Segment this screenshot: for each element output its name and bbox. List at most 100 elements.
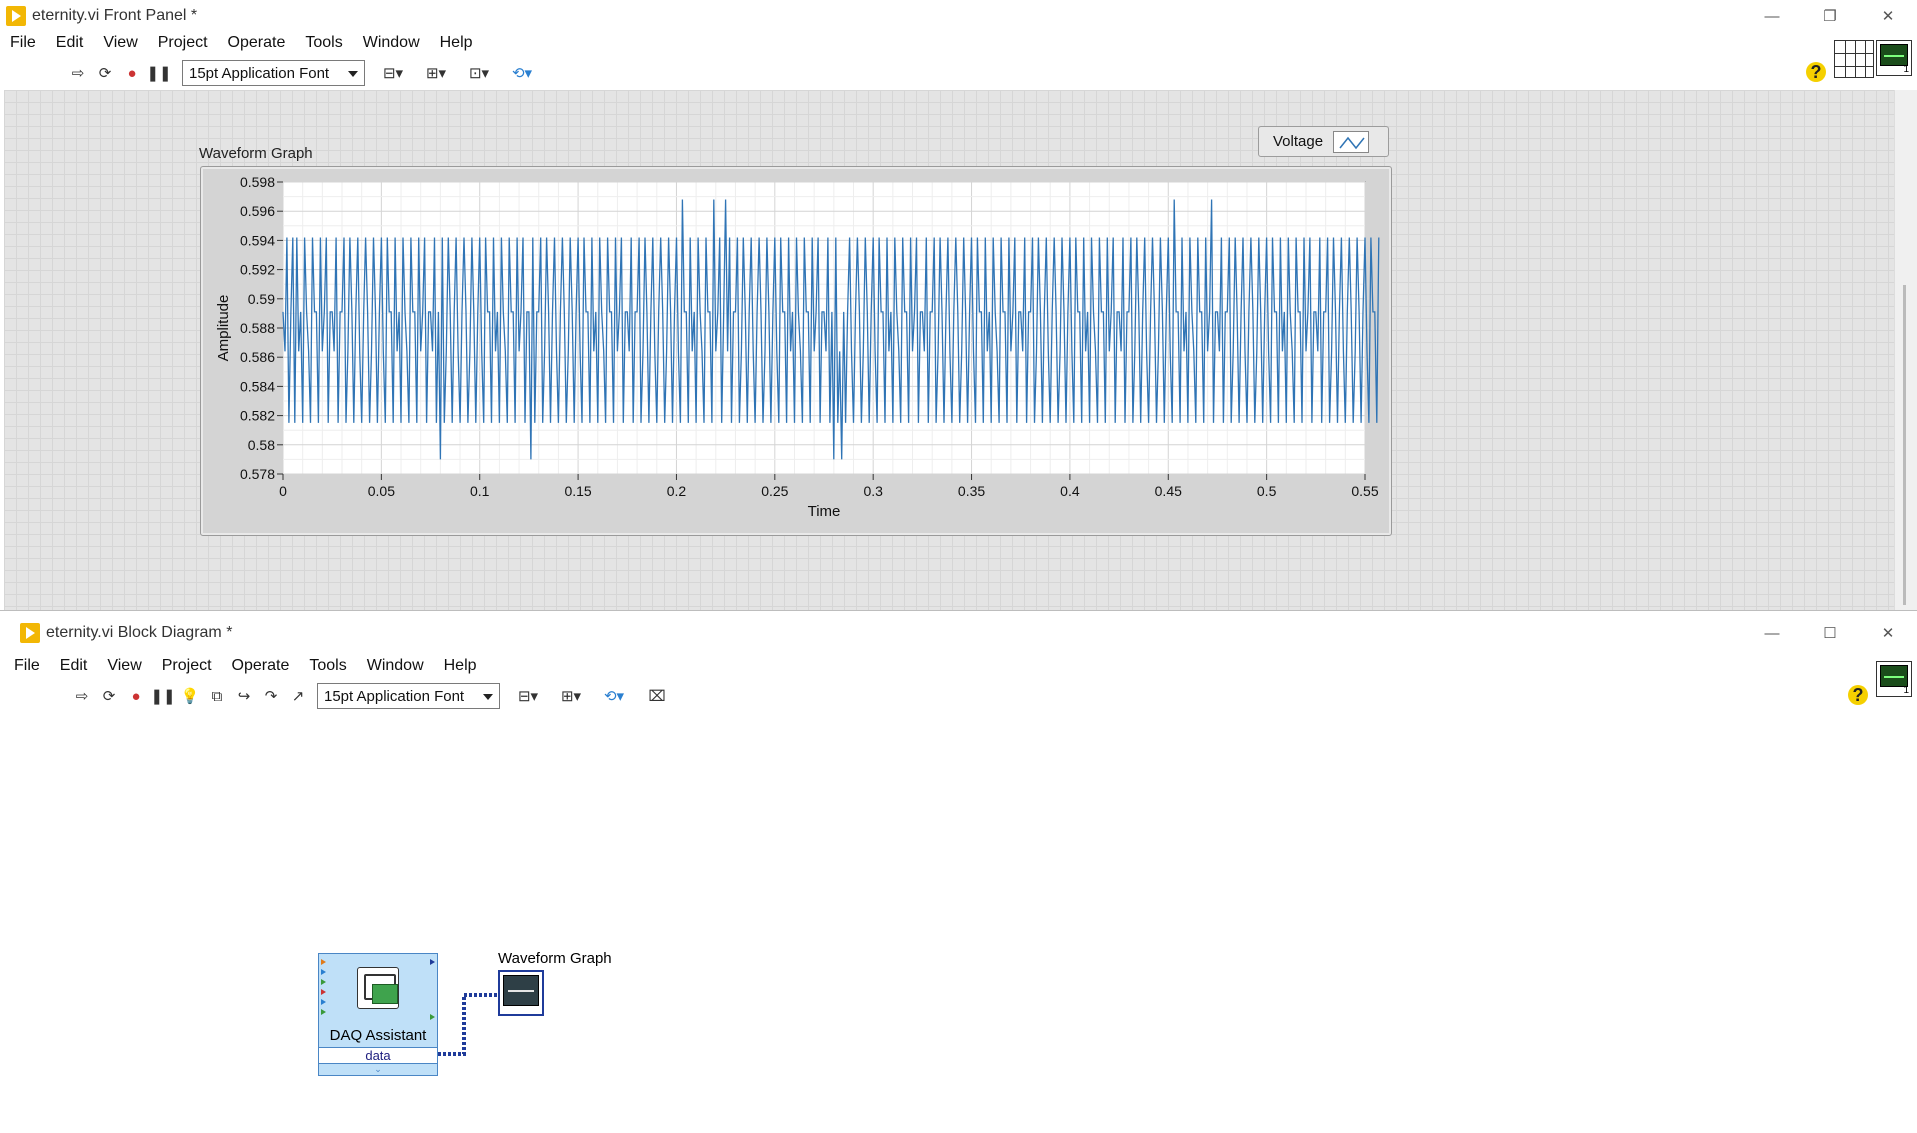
input-terminal xyxy=(321,1009,326,1015)
y-axis-label: Amplitude xyxy=(215,295,232,362)
menu-view[interactable]: View xyxy=(105,657,143,675)
vi-icon[interactable]: 1 xyxy=(1876,661,1912,697)
run-arrow-icon[interactable]: ⇨ xyxy=(70,684,94,708)
step-out-icon[interactable]: ↗ xyxy=(286,684,310,708)
labview-app-icon xyxy=(6,6,26,26)
menu-file[interactable]: File xyxy=(8,34,38,52)
y-tick-label: 0.59 xyxy=(248,291,275,307)
x-tick-label: 0.35 xyxy=(958,483,985,499)
y-tick-label: 0.586 xyxy=(240,349,275,365)
x-tick-label: 0.2 xyxy=(667,483,687,499)
data-wire[interactable] xyxy=(430,985,500,1060)
x-tick-label: 0.3 xyxy=(863,483,883,499)
menu-edit[interactable]: Edit xyxy=(58,657,90,675)
output-terminal xyxy=(430,959,435,965)
y-tick-label: 0.598 xyxy=(240,174,275,190)
reorder-icon[interactable]: ⟲▾ xyxy=(594,684,634,708)
run-arrow-icon[interactable]: ⇨ xyxy=(66,61,90,85)
align-objects-icon[interactable]: ⊟▾ xyxy=(373,61,413,85)
menu-operate[interactable]: Operate xyxy=(226,34,288,52)
connector-pane-icon[interactable] xyxy=(1834,40,1874,78)
x-tick-label: 0.15 xyxy=(564,483,591,499)
dropdown-caret-icon xyxy=(483,694,493,700)
pause-icon[interactable]: ❚❚ xyxy=(150,684,175,708)
input-terminal xyxy=(321,959,326,965)
front-panel-window: eternity.vi Front Panel * — ❐ ✕ File Edi… xyxy=(0,0,1917,610)
expand-chevron-icon[interactable]: ⌄ xyxy=(319,1064,437,1076)
y-tick-label: 0.592 xyxy=(240,262,275,278)
resize-objects-icon[interactable]: ⊡▾ xyxy=(459,61,499,85)
menu-tools[interactable]: Tools xyxy=(303,34,344,52)
input-terminal xyxy=(321,999,326,1005)
dropdown-caret-icon xyxy=(348,71,358,77)
minimize-button[interactable]: — xyxy=(1743,611,1801,655)
waveform-plot: 0.578 0.58 0.582 0.584 0.586 0.588 0.59 0.592 0.… xyxy=(215,174,1380,520)
daq-assistant-icon xyxy=(357,967,399,1009)
font-select-value: 15pt Application Font xyxy=(189,64,330,82)
x-tick-label: 0.1 xyxy=(470,483,490,499)
menu-tools[interactable]: Tools xyxy=(307,657,348,675)
distribute-objects-icon[interactable]: ⊞▾ xyxy=(551,684,591,708)
abort-icon[interactable]: ● xyxy=(124,684,148,708)
legend-swatch xyxy=(1333,130,1370,153)
vi-icon[interactable]: 1 xyxy=(1876,40,1912,76)
menu-window[interactable]: Window xyxy=(361,34,422,52)
input-terminal xyxy=(321,969,326,975)
retain-wire-values-icon[interactable]: ⧉ xyxy=(205,684,229,708)
y-tick-label: 0.594 xyxy=(240,232,275,248)
menu-help[interactable]: Help xyxy=(442,657,479,675)
font-select-value: 15pt Application Font xyxy=(324,687,465,705)
reorder-icon[interactable]: ⟲▾ xyxy=(502,61,542,85)
step-into-icon[interactable]: ↪ xyxy=(232,684,256,708)
close-button[interactable]: ✕ xyxy=(1859,611,1917,655)
menu-file[interactable]: File xyxy=(12,657,42,675)
menubar: File Edit View Project Operate Tools Win… xyxy=(0,32,1917,54)
close-button[interactable]: ✕ xyxy=(1859,0,1917,32)
x-tick-label: 0.5 xyxy=(1257,483,1277,499)
input-terminal xyxy=(321,989,326,995)
run-continuously-icon[interactable]: ⟳ xyxy=(97,684,121,708)
restore-button[interactable]: ❐ xyxy=(1801,0,1859,32)
context-help-icon[interactable]: ? xyxy=(1848,685,1868,705)
x-tick-label: 0 xyxy=(279,483,287,499)
font-select[interactable]: 15pt Application Font xyxy=(317,683,500,709)
y-tick-label: 0.58 xyxy=(248,437,275,453)
abort-icon[interactable]: ● xyxy=(120,61,144,85)
y-tick-label: 0.588 xyxy=(240,320,275,336)
y-tick-label: 0.596 xyxy=(240,203,275,219)
daq-assistant-label: DAQ Assistant xyxy=(329,1027,427,1044)
menu-window[interactable]: Window xyxy=(365,657,426,675)
pause-icon[interactable]: ❚❚ xyxy=(146,61,171,85)
plot-legend[interactable]: Voltage xyxy=(1258,126,1389,157)
menu-edit[interactable]: Edit xyxy=(54,34,86,52)
block-diagram-titlebar: eternity.vi Block Diagram * — ☐ ✕ xyxy=(0,611,1917,655)
maximize-button[interactable]: ☐ xyxy=(1801,611,1859,655)
context-help-icon[interactable]: ? xyxy=(1806,62,1826,82)
menu-project[interactable]: Project xyxy=(160,657,214,675)
clean-up-diagram-icon[interactable]: ⌧ xyxy=(637,684,677,708)
daq-assistant-node[interactable]: DAQ Assistant data ⌄ xyxy=(318,953,438,1076)
vertical-scrollbar[interactable] xyxy=(1894,90,1917,610)
menu-help[interactable]: Help xyxy=(438,34,475,52)
highlight-execution-icon[interactable]: 💡 xyxy=(178,684,202,708)
menu-project[interactable]: Project xyxy=(156,34,210,52)
y-tick-label: 0.582 xyxy=(240,408,275,424)
front-panel-toolbar: ⇨ ⟳ ● ❚❚ 15pt Application Font ⊟▾ ⊞▾ ⊡▾ … xyxy=(0,56,1917,90)
waveform-graph-terminal[interactable] xyxy=(498,970,544,1016)
menu-operate[interactable]: Operate xyxy=(230,657,292,675)
window-title: eternity.vi Front Panel * xyxy=(32,7,198,24)
daq-data-output[interactable]: data xyxy=(319,1047,437,1064)
graph-terminal-label: Waveform Graph xyxy=(498,950,612,967)
menu-view[interactable]: View xyxy=(101,34,139,52)
run-continuously-icon[interactable]: ⟳ xyxy=(93,61,117,85)
distribute-objects-icon[interactable]: ⊞▾ xyxy=(416,61,456,85)
x-axis-label: Time xyxy=(808,503,841,520)
minimize-button[interactable]: — xyxy=(1743,0,1801,32)
labview-app-icon xyxy=(20,623,40,643)
graph-label: Waveform Graph xyxy=(199,145,313,162)
align-objects-icon[interactable]: ⊟▾ xyxy=(508,684,548,708)
step-over-icon[interactable]: ↷ xyxy=(259,684,283,708)
font-select[interactable]: 15pt Application Font xyxy=(182,60,365,86)
block-diagram-toolbar: ⇨ ⟳ ● ❚❚ 💡 ⧉ ↪ ↷ ↗ 15pt Application Font… xyxy=(0,679,1917,713)
block-diagram-window: eternity.vi Block Diagram * — ☐ ✕ File E… xyxy=(0,610,1917,1133)
